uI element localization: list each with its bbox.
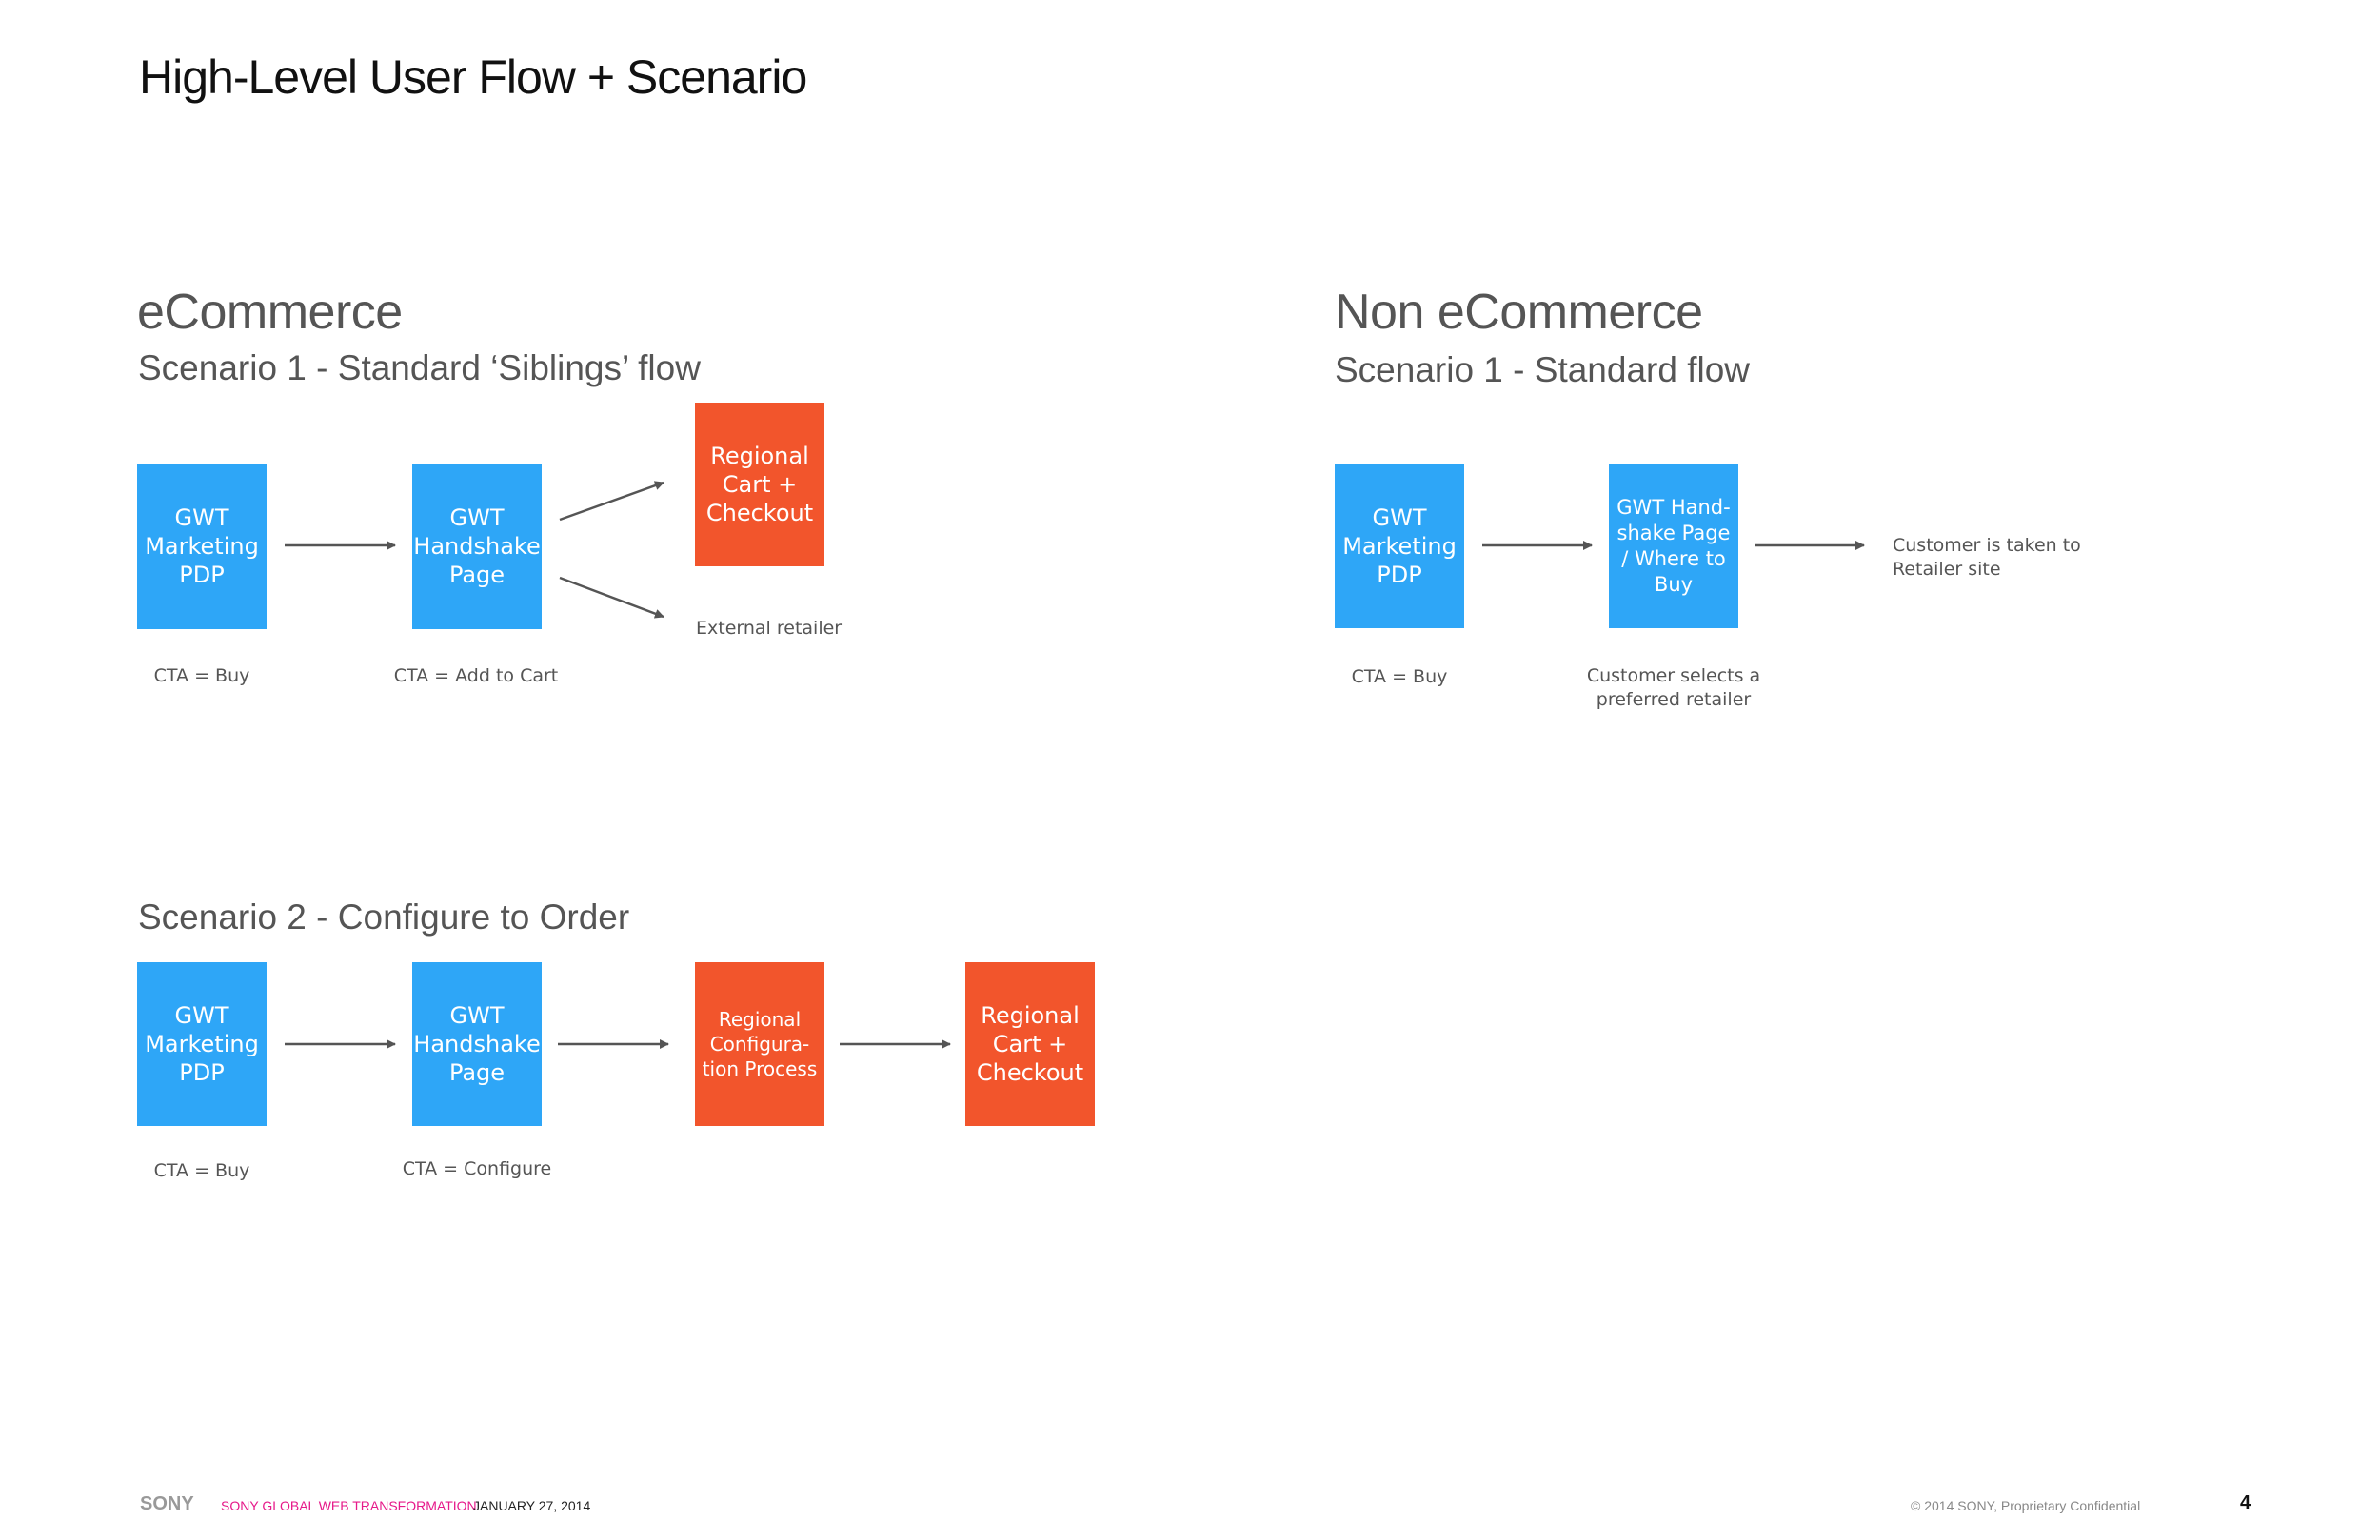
footer-project-name: SONY GLOBAL WEB TRANSFORMATION [221,1498,477,1513]
arrow-ec-s1-handshake-to-cart [559,481,664,522]
flow-arrows [285,481,1865,1049]
arrow-ec-s1-handshake-to-external [559,576,664,619]
sony-logo: SONY [140,1493,194,1514]
page-number: 4 [2240,1492,2251,1513]
footer-date: JANUARY 27, 2014 [473,1498,591,1513]
footer-copyright: © 2014 SONY, Proprietary Confidential [1911,1498,2141,1513]
